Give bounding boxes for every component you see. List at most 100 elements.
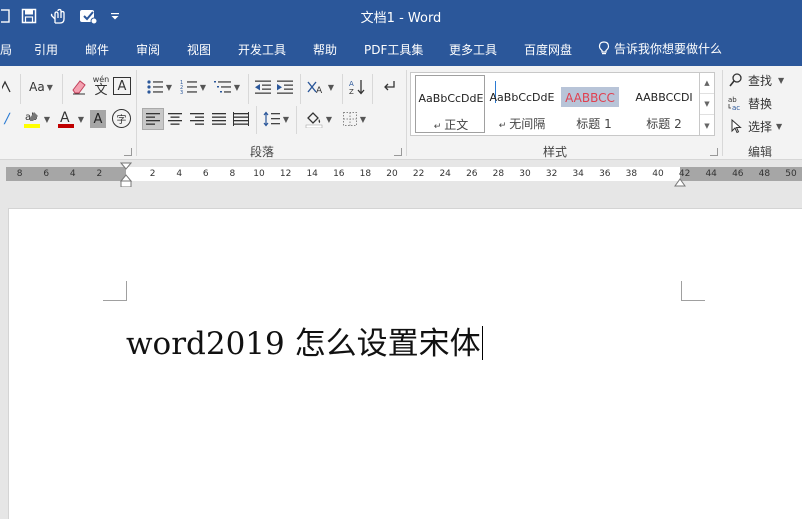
- tab-mailings[interactable]: 邮件: [85, 41, 109, 58]
- svg-text:3: 3: [180, 90, 183, 95]
- styles-group-label: 样式: [543, 145, 568, 159]
- style-heading-2[interactable]: AABBCCDI 标题 2: [629, 75, 699, 133]
- style-normal[interactable]: AaBbCcDdE ↵ 正文: [415, 75, 485, 133]
- ribbon: Aa▼ wén 文 A ∕ ab▼ A▼ A 字 ▼ 123▼ ▼: [0, 66, 802, 160]
- gallery-down-icon[interactable]: ▼: [700, 94, 714, 115]
- ruler-number: 30: [519, 169, 531, 179]
- ribbon-tabs: 局 引用 邮件 审阅 视图 开发工具 帮助 PDF工具集 更多工具 百度网盘 告…: [0, 32, 802, 66]
- replace-icon: abac: [728, 96, 740, 111]
- gallery-expand-icon[interactable]: ▼: [700, 115, 714, 136]
- ruler-number: 28: [492, 169, 505, 179]
- sort-icon[interactable]: AZ: [346, 76, 368, 98]
- shading-button[interactable]: ▼: [302, 108, 334, 130]
- align-right-icon[interactable]: [186, 108, 208, 130]
- font-color-button[interactable]: A ▼: [54, 108, 86, 130]
- document-page[interactable]: word2019 怎么设置宋体: [8, 208, 802, 519]
- style-heading-1-name: 标题 1: [576, 117, 612, 131]
- document-text: word2019 怎么设置宋体: [126, 326, 481, 362]
- select-label: 选择: [748, 119, 773, 134]
- document-text-line[interactable]: word2019 怎么设置宋体: [126, 318, 483, 363]
- asian-layout-button[interactable]: A ▼: [304, 76, 336, 98]
- search-icon: [729, 73, 742, 87]
- decrease-indent-icon[interactable]: [252, 76, 274, 98]
- change-case-label: Aa: [29, 80, 45, 94]
- replace-button[interactable]: ab ac 替换: [728, 93, 798, 113]
- distributed-icon[interactable]: [230, 108, 252, 130]
- highlighter-icon: ab: [23, 112, 40, 128]
- increase-indent-icon[interactable]: [274, 76, 296, 98]
- ruler-number: 34: [572, 169, 584, 179]
- style-heading-2-name: 标题 2: [646, 117, 682, 131]
- ruler-number: 2: [96, 169, 103, 179]
- character-shading-char: A: [93, 111, 103, 127]
- styles-gallery-scroll: ▲ ▼ ▼: [700, 72, 715, 136]
- align-center-icon[interactable]: [164, 108, 186, 130]
- styles-dialog-launcher[interactable]: [710, 148, 718, 156]
- character-shading-button[interactable]: A: [90, 110, 106, 128]
- tab-pdf-tools[interactable]: PDF工具集: [364, 41, 423, 58]
- line-spacing-button[interactable]: ▼: [260, 108, 292, 130]
- right-indent-marker[interactable]: [674, 173, 686, 187]
- first-line-indent-marker[interactable]: [119, 162, 133, 188]
- svg-text:A: A: [316, 86, 323, 95]
- tab-more-tools[interactable]: 更多工具: [449, 41, 497, 58]
- document-area: word2019 怎么设置宋体: [0, 187, 802, 519]
- horizontal-ruler[interactable]: 8 6 4 2 2 4 6 8 10 12 14 16 18 20 22 24 26 28 30 32 34 36 38 40…: [0, 161, 802, 188]
- tab-view[interactable]: 视图: [187, 41, 211, 58]
- enclose-characters-char: 字: [116, 115, 127, 126]
- justify-icon[interactable]: [208, 108, 230, 130]
- ruler-number: 22: [412, 169, 425, 179]
- paragraph-dialog-launcher[interactable]: [394, 148, 402, 156]
- style-no-spacing-name: ↵ 无间隔: [498, 117, 546, 131]
- svg-text:ac: ac: [732, 104, 740, 111]
- style-no-spacing[interactable]: AaBbCcDdE ↵ 无间隔: [487, 75, 557, 133]
- ruler-number: 44: [705, 169, 717, 179]
- find-button[interactable]: 查找 ▼: [728, 70, 798, 90]
- change-case-button[interactable]: Aa ▼: [26, 76, 56, 98]
- tab-references[interactable]: 引用: [34, 41, 58, 58]
- borders-icon: [342, 112, 357, 126]
- tab-review[interactable]: 审阅: [136, 41, 160, 58]
- tell-me-text: 告诉我你想要做什么: [614, 42, 723, 56]
- ruler-number: 14: [306, 169, 318, 179]
- clear-formatting-icon[interactable]: [68, 76, 90, 98]
- character-border-button[interactable]: A: [113, 77, 131, 95]
- borders-button[interactable]: ▼: [338, 108, 370, 130]
- font-color-icon: A: [57, 110, 74, 128]
- line-spacing-icon: [263, 111, 280, 127]
- styles-gallery: AaBbCcDdE ↵ 正文 AaBbCcDdE ↵ 无间隔 AABBCC 标题…: [410, 72, 700, 136]
- ruler-number: 18: [359, 169, 372, 179]
- show-hide-formatting-icon[interactable]: [378, 76, 400, 98]
- style-heading-1[interactable]: AABBCC 标题 1: [559, 75, 629, 133]
- ruler-number: 24: [439, 169, 451, 179]
- select-button[interactable]: 选择 ▼: [728, 116, 798, 136]
- bullets-button[interactable]: ▼: [142, 76, 176, 98]
- ruler-number: 4: [69, 169, 76, 179]
- tell-me-box[interactable]: 告诉我你想要做什么: [598, 40, 722, 57]
- font-dialog-launcher[interactable]: [124, 148, 132, 156]
- paragraph-group-label: 段落: [250, 145, 275, 159]
- ruler-number: 48: [758, 169, 771, 179]
- tab-baidu-netdisk[interactable]: 百度网盘: [524, 41, 572, 58]
- gallery-up-icon[interactable]: ▲: [700, 73, 714, 94]
- align-left-icon[interactable]: [142, 108, 164, 130]
- svg-text:Z: Z: [349, 88, 354, 96]
- highlight-color-button[interactable]: ab▼: [20, 108, 52, 130]
- ruler-number: 40: [652, 169, 664, 179]
- tab-help[interactable]: 帮助: [313, 41, 337, 58]
- multilevel-list-icon: [213, 81, 231, 93]
- ruler-number: 12: [279, 169, 292, 179]
- multilevel-list-button[interactable]: ▼: [210, 76, 244, 98]
- text-effects-partial-icon[interactable]: ∕: [0, 108, 14, 130]
- tab-developer[interactable]: 开发工具: [238, 41, 286, 58]
- replace-label: 替换: [748, 96, 773, 111]
- style-no-spacing-preview: AaBbCcDdE: [489, 91, 555, 104]
- tab-layout-partial[interactable]: 局: [0, 41, 12, 58]
- ruler-number: 26: [466, 169, 478, 179]
- ruler-number: 6: [43, 169, 50, 179]
- font-size-decrease-partial-icon[interactable]: [0, 76, 14, 98]
- enclose-characters-button[interactable]: 字: [112, 109, 131, 128]
- style-heading-1-preview: AABBCC: [565, 91, 615, 105]
- phonetic-guide-button[interactable]: wén 文: [90, 74, 112, 98]
- numbering-button[interactable]: 1 2 3 ▼: [176, 76, 210, 98]
